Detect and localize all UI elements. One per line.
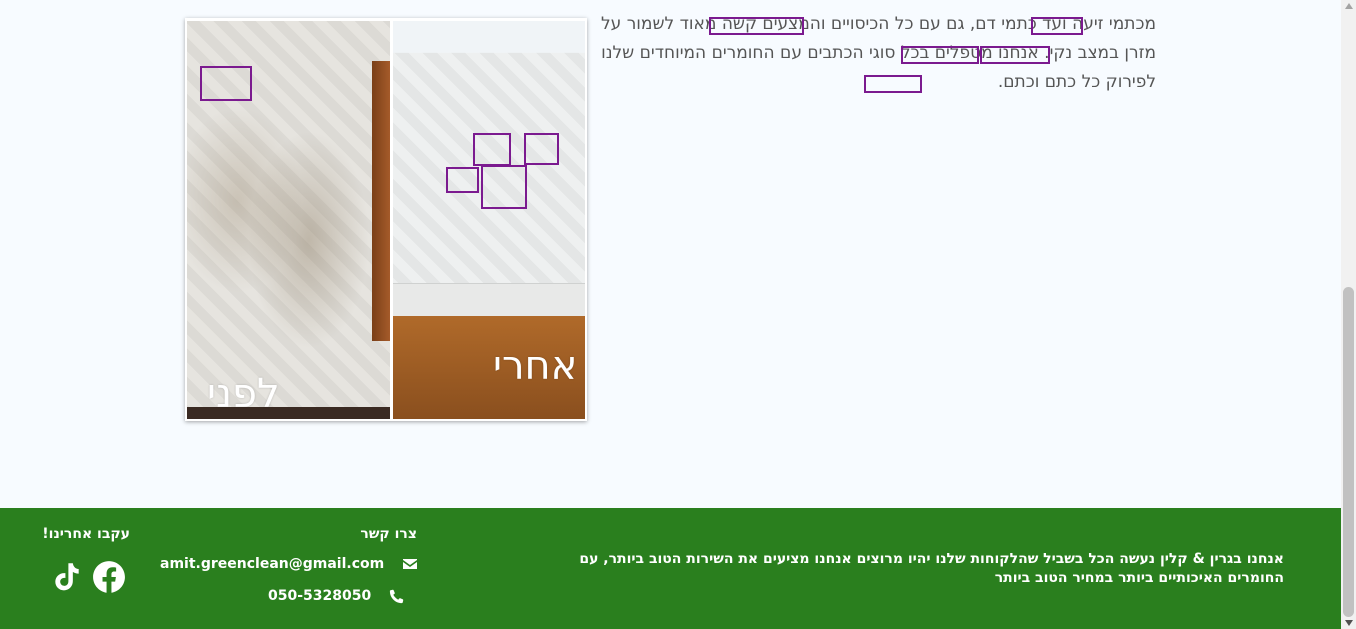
email-link[interactable]: amit.greenclean@gmail.com [160,556,384,572]
after-label: אחרי [493,343,578,389]
scroll-down-arrow-icon[interactable] [1345,620,1353,626]
phone-link[interactable]: 050-5328050 [268,588,371,604]
follow-title: עקבו אחרינו! [42,526,130,542]
facebook-icon[interactable] [92,560,126,594]
highlight-box [200,66,252,101]
before-label: לפני [207,371,280,417]
highlight-box [901,46,979,64]
contact-title: צרו קשר [360,526,417,542]
scroll-up-arrow-icon[interactable] [1345,3,1353,9]
highlight-box [980,46,1050,64]
highlight-box [1031,17,1083,35]
phone-icon [389,588,405,604]
highlight-box [524,133,559,165]
footer-about-text: אנחנו בגרין & קלין נעשה הכל בשביל שהלקוח… [579,551,1284,586]
scrollbar-thumb[interactable] [1343,287,1354,617]
after-panel: אחרי [393,21,585,419]
tiktok-icon[interactable] [50,560,84,594]
highlight-box [446,167,479,193]
highlight-box [864,75,922,93]
phone-contact[interactable]: 050-5328050 [268,588,405,604]
highlight-box [473,133,511,166]
email-contact[interactable]: amit.greenclean@gmail.com [160,556,418,572]
envelope-icon [402,556,418,572]
highlight-box [481,165,527,209]
vertical-scrollbar[interactable] [1341,0,1356,629]
site-footer: אנחנו בגרין & קלין נעשה הכל בשביל שהלקוח… [0,508,1341,629]
main-content: מכתמי זיעה ועד כתמי דם, גם עם כל הכיסויי… [0,0,1341,508]
highlight-box [709,17,804,35]
